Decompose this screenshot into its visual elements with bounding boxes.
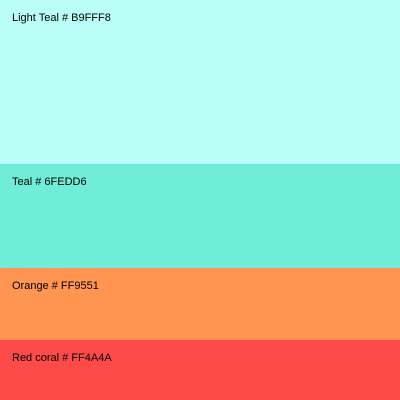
- swatch-orange: Orange # FF9551: [0, 268, 400, 340]
- swatch-label: Teal # 6FEDD6: [12, 176, 87, 188]
- swatch-label: Light Teal # B9FFF8: [12, 12, 111, 24]
- swatch-light-teal: Light Teal # B9FFF8: [0, 0, 400, 164]
- swatch-teal: Teal # 6FEDD6: [0, 164, 400, 268]
- swatch-label: Red coral # FF4A4A: [12, 352, 112, 364]
- swatch-red-coral: Red coral # FF4A4A: [0, 340, 400, 400]
- swatch-label: Orange # FF9551: [12, 280, 99, 292]
- color-palette: Light Teal # B9FFF8 Teal # 6FEDD6 Orange…: [0, 0, 400, 400]
